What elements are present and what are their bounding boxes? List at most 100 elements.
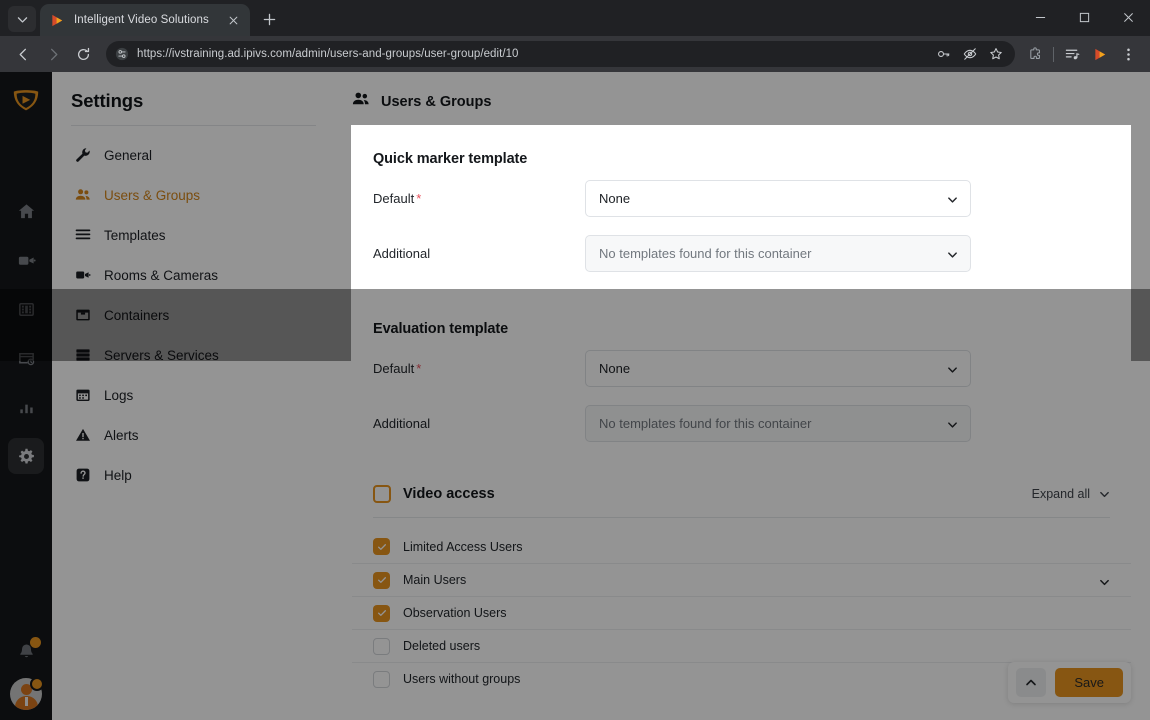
section-title: Quick marker template	[373, 151, 528, 167]
expand-all-button[interactable]: Expand all	[1032, 487, 1110, 501]
row-label: Observation Users	[403, 606, 507, 620]
back-icon	[19, 48, 26, 60]
rail-item-settings[interactable]	[8, 438, 44, 474]
forward-button[interactable]	[38, 39, 68, 69]
select-value: No templates found for this container	[599, 416, 812, 431]
tab-strip: Intelligent Video Solutions	[0, 0, 1150, 36]
video-access-checkbox[interactable]	[373, 485, 391, 503]
sidebar-item-containers[interactable]: Containers	[52, 295, 335, 335]
minimize-button[interactable]	[1018, 0, 1062, 34]
sidebar-item-servers-and-services[interactable]: Servers & Services	[52, 335, 335, 375]
sidebar-item-logs[interactable]: Logs	[52, 375, 335, 415]
sidebar-item-label: Servers & Services	[104, 347, 219, 363]
row-expand-chevron-icon[interactable]	[1099, 575, 1110, 586]
video-camera-icon	[74, 267, 91, 283]
browser-toolbar: https://ivstraining.ad.ipivs.com/admin/u…	[0, 36, 1150, 72]
evaluation-default-select[interactable]: None	[585, 350, 971, 387]
sidebar-item-rooms-and-cameras[interactable]: Rooms & Cameras	[52, 255, 335, 295]
site-settings-icon[interactable]	[114, 47, 129, 62]
forward-icon	[50, 48, 57, 60]
table-row[interactable]: Deleted users	[352, 629, 1131, 662]
row-checkbox[interactable]	[373, 670, 390, 688]
back-button[interactable]	[8, 39, 38, 69]
maximize-icon	[1079, 12, 1089, 22]
chrome-menu-button[interactable]	[1114, 40, 1142, 68]
page-header: Users & Groups	[335, 72, 1150, 113]
evaluation-default-row: Default * None	[373, 341, 1110, 396]
row-checkbox[interactable]	[373, 538, 390, 555]
section-title: Evaluation template	[373, 321, 509, 337]
field-label: Default *	[373, 361, 585, 376]
close-icon	[1123, 12, 1133, 22]
chevron-down-icon	[947, 363, 958, 374]
row-label: Users without groups	[403, 672, 521, 686]
ipivs-profile-button[interactable]	[1086, 40, 1114, 68]
password-key-icon[interactable]	[937, 47, 951, 61]
evaluation-additional-select[interactable]: No templates found for this container	[585, 405, 971, 442]
calendar-icon	[74, 387, 91, 403]
bookmark-star-icon[interactable]	[989, 47, 1003, 61]
expand-all-label: Expand all	[1031, 487, 1090, 501]
table-row[interactable]: Observation Users	[352, 596, 1131, 629]
settings-divider	[71, 125, 316, 126]
row-checkbox[interactable]	[373, 571, 390, 589]
rail-item-archive[interactable]	[8, 340, 44, 376]
chevron-down-icon	[947, 418, 958, 429]
user-avatar[interactable]	[10, 677, 44, 710]
reading-list-button[interactable]	[1058, 40, 1086, 68]
list-icon	[74, 227, 91, 243]
row-checkbox[interactable]	[373, 604, 390, 622]
server-icon	[74, 347, 91, 363]
required-asterisk: *	[416, 361, 422, 376]
row-label: Limited Access Users	[403, 539, 523, 554]
field-label: Additional	[373, 246, 431, 261]
new-tab-button[interactable]	[255, 5, 283, 33]
table-row[interactable]: Main Users	[352, 563, 1131, 596]
rail-item-home[interactable]	[8, 193, 44, 229]
save-button[interactable]: Save	[1055, 668, 1123, 697]
tab-search-button[interactable]	[8, 6, 36, 32]
rail-item-live[interactable]	[8, 242, 44, 278]
table-row[interactable]: Limited Access Users	[352, 530, 1131, 563]
reload-button[interactable]	[68, 39, 98, 69]
users-icon	[352, 90, 370, 113]
gear-icon	[18, 448, 34, 463]
row-checkbox[interactable]	[373, 637, 390, 655]
settings-title: Settings	[71, 90, 144, 111]
rail-nav-group	[8, 193, 44, 474]
sidebar-item-templates[interactable]: Templates	[52, 215, 335, 255]
browser-tab[interactable]: Intelligent Video Solutions	[40, 4, 250, 36]
box-icon	[74, 307, 91, 323]
sidebar-item-label: Rooms & Cameras	[104, 267, 219, 283]
rail-item-recordings[interactable]	[8, 291, 44, 327]
page-viewport: Settings General Users & Groups Template…	[0, 72, 1150, 720]
chevron-up-icon	[1026, 679, 1037, 685]
extensions-button[interactable]	[1021, 40, 1049, 68]
field-label: Default *	[373, 191, 585, 206]
maximize-button[interactable]	[1062, 0, 1106, 34]
required-asterisk: *	[416, 191, 422, 206]
eye-slash-icon[interactable]	[963, 47, 977, 61]
toolbar-divider	[1053, 46, 1054, 62]
sidebar-item-help[interactable]: Help	[52, 455, 335, 495]
camera-icon	[18, 256, 36, 265]
rail-item-reports[interactable]	[8, 389, 44, 425]
sidebar-item-label: Logs	[104, 387, 134, 403]
address-bar[interactable]: https://ivstraining.ad.ipivs.com/admin/u…	[106, 41, 1015, 67]
rail-bottom-group	[0, 637, 52, 710]
ipivs-shield-logo[interactable]	[11, 85, 41, 115]
close-window-button[interactable]	[1106, 0, 1150, 34]
scroll-to-top-button[interactable]	[1016, 668, 1047, 697]
sidebar-item-general[interactable]: General	[52, 135, 335, 175]
sidebar-item-alerts[interactable]: Alerts	[52, 415, 335, 455]
quick-marker-default-select[interactable]: None	[585, 180, 971, 217]
archive-clock-icon	[18, 352, 34, 365]
video-access-header: Video access Expand all	[352, 471, 1131, 517]
notifications-button[interactable]	[13, 637, 41, 664]
ipivs-profile-icon	[1094, 48, 1105, 60]
sidebar-item-users-and-groups[interactable]: Users & Groups	[52, 175, 335, 215]
browser-window: Intelligent Video Solutions https://ivst…	[0, 0, 1150, 720]
close-icon[interactable]	[225, 12, 242, 29]
quick-marker-additional-select[interactable]: No templates found for this container	[585, 235, 971, 272]
wrench-icon	[74, 147, 91, 163]
